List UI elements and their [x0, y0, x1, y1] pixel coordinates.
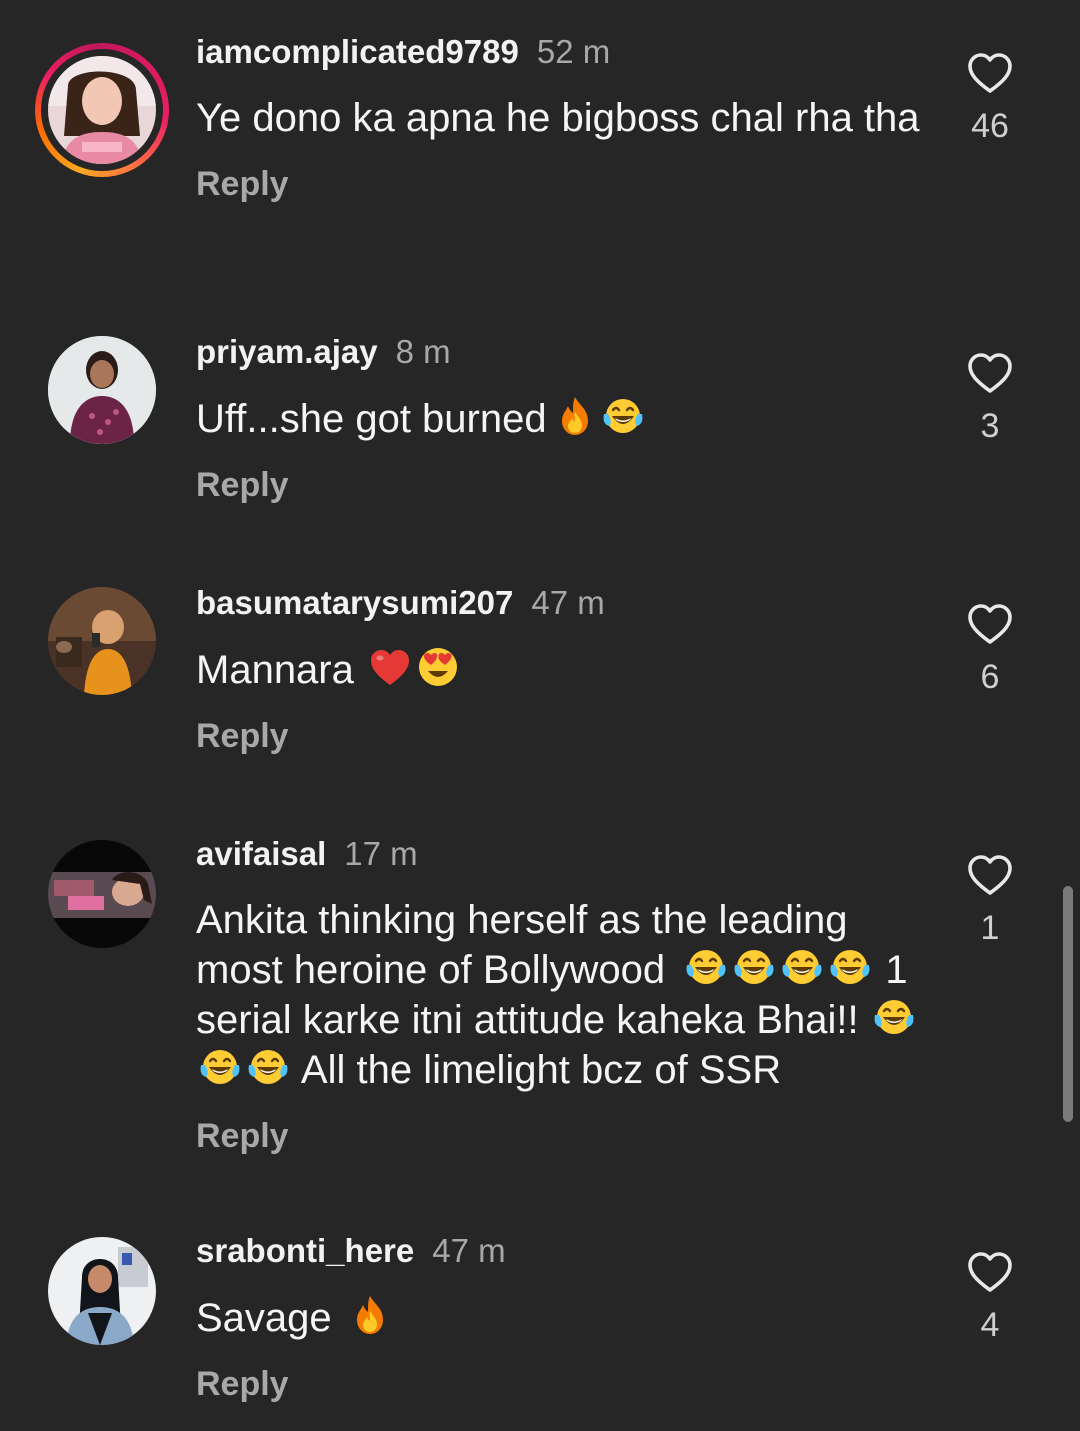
- comment-time: 52 m: [536, 33, 611, 70]
- username[interactable]: iamcomplicated9789: [196, 33, 519, 70]
- comment-text-content: Savage: [196, 1296, 332, 1340]
- reply-button[interactable]: Reply: [196, 715, 936, 757]
- tears-of-joy-emoji-icon: [828, 945, 872, 989]
- tears-of-joy-emoji-icon: [732, 945, 776, 989]
- avatar-wrap[interactable]: [48, 1237, 156, 1345]
- like-area: 4: [960, 1249, 1020, 1345]
- tears-of-joy-emoji-icon: [872, 995, 916, 1039]
- avatar[interactable]: [48, 840, 156, 948]
- like-count[interactable]: 46: [960, 106, 1020, 146]
- comment-body: basumatarysumi207 47 m Mannara Reply: [196, 583, 936, 757]
- username[interactable]: avifaisal: [196, 835, 326, 872]
- tears-of-joy-emoji-icon: [601, 394, 645, 438]
- like-area: 3: [960, 350, 1020, 446]
- comment-body: priyam.ajay 8 m Uff...she got burned Repl…: [196, 332, 936, 506]
- username[interactable]: priyam.ajay: [196, 333, 378, 370]
- comment-body: srabonti_here 47 m Savage Reply: [196, 1231, 936, 1405]
- reply-button[interactable]: Reply: [196, 1115, 936, 1157]
- avatar-wrap[interactable]: [35, 43, 169, 177]
- username[interactable]: basumatarysumi207: [196, 584, 513, 621]
- avatar[interactable]: [48, 336, 156, 444]
- comment-time: 47 m: [432, 1232, 506, 1269]
- like-count[interactable]: 3: [960, 406, 1020, 446]
- avatar-wrap[interactable]: [48, 840, 156, 948]
- tears-of-joy-emoji-icon: [198, 1045, 242, 1089]
- heart-icon[interactable]: [966, 852, 1014, 900]
- heart-icon[interactable]: [966, 50, 1014, 98]
- avatar[interactable]: [48, 587, 156, 695]
- comment-meta: priyam.ajay 8 m: [196, 332, 936, 372]
- comment-text-part-3: All the limelight bcz of SSR: [300, 1048, 782, 1092]
- comment-text-content: Uff...she got burned: [196, 397, 547, 441]
- comment-text: Mannara: [196, 645, 936, 695]
- reply-button[interactable]: Reply: [196, 1363, 936, 1405]
- comment-meta: iamcomplicated9789 52 m: [196, 32, 936, 72]
- avatar[interactable]: [48, 56, 156, 164]
- comment-text-content: Ye dono ka apna he bigboss chal rha tha: [196, 96, 920, 140]
- comment-body: avifaisal 17 m Ankita thinking herself as…: [196, 834, 936, 1157]
- like-area: 46: [960, 50, 1020, 146]
- avatar-wrap[interactable]: [48, 587, 156, 695]
- tears-of-joy-emoji-icon: [246, 1045, 290, 1089]
- reply-button[interactable]: Reply: [196, 163, 936, 205]
- comment-body: iamcomplicated9789 52 m Ye dono ka apna h…: [196, 32, 936, 205]
- comment-meta: avifaisal 17 m: [196, 834, 936, 874]
- fire-emoji-icon: [348, 1293, 392, 1337]
- heart-eyes-emoji-icon: [416, 645, 460, 689]
- heart-icon[interactable]: [966, 350, 1014, 398]
- heart-icon[interactable]: [966, 1249, 1014, 1297]
- fire-emoji-icon: [553, 394, 597, 438]
- avatar[interactable]: [48, 1237, 156, 1345]
- like-count[interactable]: 4: [960, 1305, 1020, 1345]
- comment-text: Ankita thinking herself as the leading m…: [196, 896, 936, 1095]
- red-heart-emoji-icon: [368, 645, 412, 689]
- like-area: 1: [960, 852, 1020, 948]
- comment-text: Savage: [196, 1293, 936, 1343]
- comment-text-content: Mannara: [196, 648, 354, 692]
- comment-time: 17 m: [344, 835, 418, 872]
- heart-icon[interactable]: [966, 601, 1014, 649]
- comment-time: 47 m: [531, 584, 605, 621]
- avatar-wrap[interactable]: [48, 336, 156, 444]
- comment-meta: srabonti_here 47 m: [196, 1231, 936, 1271]
- username[interactable]: srabonti_here: [196, 1232, 414, 1269]
- like-count[interactable]: 1: [960, 908, 1020, 948]
- comments-list: iamcomplicated9789 52 m Ye dono ka apna h…: [0, 0, 1080, 1431]
- comment-time: 8 m: [395, 333, 451, 370]
- tears-of-joy-emoji-icon: [780, 945, 824, 989]
- tears-of-joy-emoji-icon: [684, 945, 728, 989]
- comment-text: Uff...she got burned: [196, 394, 936, 444]
- comment-text: Ye dono ka apna he bigboss chal rha tha: [196, 94, 936, 143]
- like-area: 6: [960, 601, 1020, 697]
- like-count[interactable]: 6: [960, 657, 1020, 697]
- reply-button[interactable]: Reply: [196, 464, 936, 506]
- scrollbar[interactable]: [1063, 886, 1073, 1122]
- comment-meta: basumatarysumi207 47 m: [196, 583, 936, 623]
